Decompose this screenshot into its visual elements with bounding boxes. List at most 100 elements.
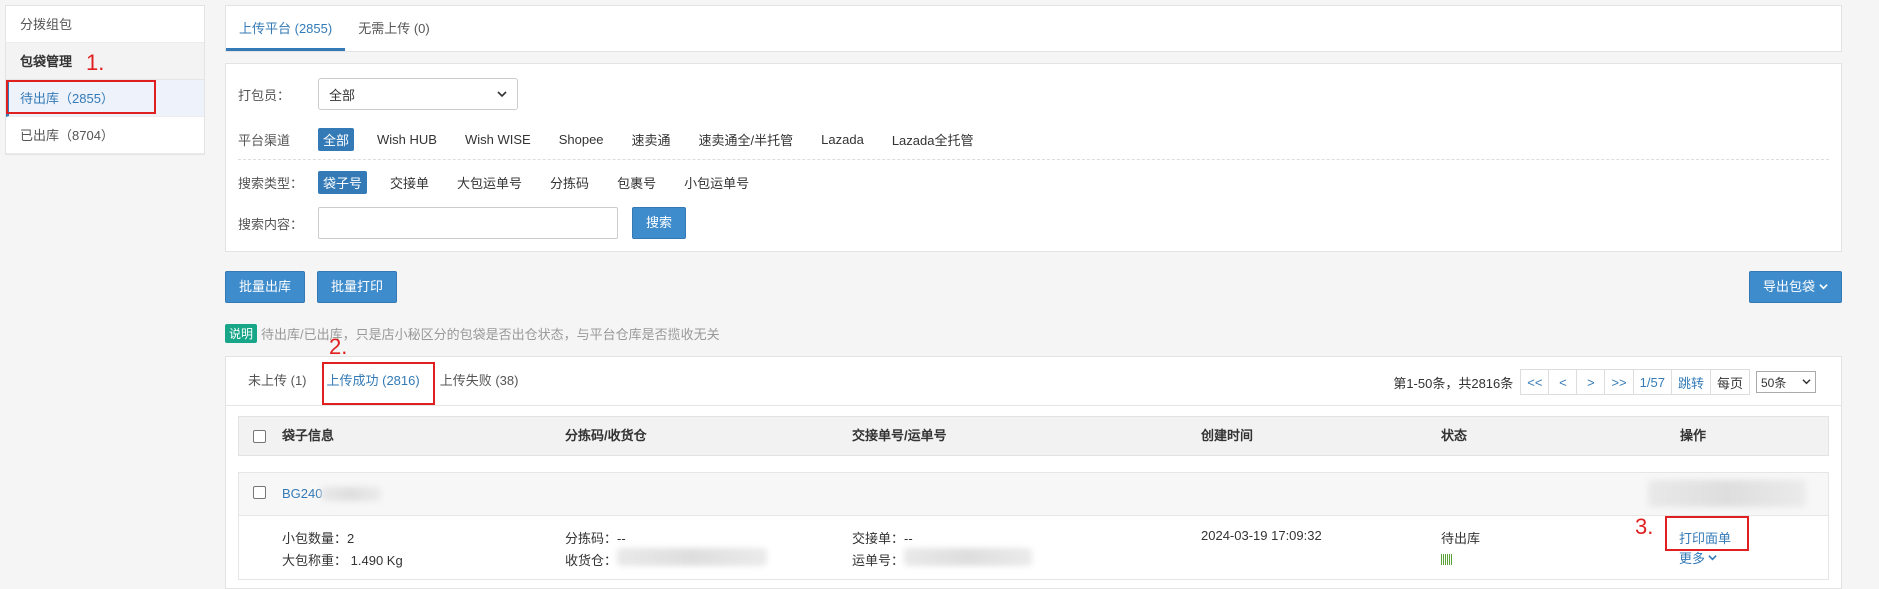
created-time: 2024-03-19 17:09:32 bbox=[1201, 528, 1322, 543]
channel-all[interactable]: 全部 bbox=[318, 128, 355, 151]
channel-aliexpress[interactable]: 速卖通 bbox=[627, 128, 676, 151]
col-operations: 操作 bbox=[1680, 428, 1707, 443]
search-type-sort-code[interactable]: 分拣码 bbox=[545, 171, 594, 194]
page-prev-button[interactable]: < bbox=[1548, 369, 1578, 395]
channel-lazada[interactable]: Lazada bbox=[816, 130, 869, 149]
bag-id-link[interactable]: BG240 bbox=[282, 473, 322, 515]
waybill-no: 运单号： bbox=[852, 550, 904, 569]
search-content-row: 搜索内容： 搜索 bbox=[238, 207, 687, 239]
channel-aliexpress-managed[interactable]: 速卖通全/半托管 bbox=[694, 128, 799, 151]
page-first-button[interactable]: << bbox=[1520, 369, 1550, 395]
table-row-detail: 小包数量：2 大包称重： 1.490 Kg 分拣码：-- 收货仓： 交接单：--… bbox=[238, 516, 1829, 580]
redacted-waybill bbox=[904, 548, 1032, 566]
batch-outbound-button[interactable]: 批量出库 bbox=[225, 271, 306, 303]
batch-print-button[interactable]: 批量打印 bbox=[317, 271, 398, 303]
filter-panel: 打包员： 全部 平台渠道 全部 Wish HUB Wish WISE Shope… bbox=[225, 63, 1842, 252]
search-type-row: 搜索类型： 袋子号 交接单 大包运单号 分拣码 包裹号 小包运单号 bbox=[238, 171, 772, 194]
channel-lazada-managed[interactable]: Lazada全托管 bbox=[887, 128, 979, 151]
col-created-time: 创建时间 bbox=[1201, 428, 1254, 443]
chevron-down-icon bbox=[497, 87, 507, 102]
tab-no-upload[interactable]: 无需上传 (0) bbox=[345, 6, 443, 51]
channel-label: 平台渠道 bbox=[238, 133, 291, 148]
search-input[interactable] bbox=[318, 207, 618, 239]
bag-weight-value: 1.490 Kg bbox=[350, 553, 403, 568]
annotation-step1: 1. bbox=[86, 50, 105, 75]
select-all-checkbox[interactable] bbox=[253, 430, 266, 446]
handover-no: 交接单：-- bbox=[852, 528, 913, 547]
result-divider bbox=[226, 405, 1841, 406]
more-link-label: 更多 bbox=[1679, 551, 1706, 566]
search-type-small-waybill[interactable]: 小包运单号 bbox=[679, 171, 754, 194]
filter-divider bbox=[238, 159, 1829, 160]
search-type-bag-no[interactable]: 袋子号 bbox=[318, 171, 368, 194]
export-bags-button[interactable]: 导出包袋 bbox=[1748, 271, 1842, 303]
sidebar: 分拨组包 包袋管理 待出库（2855） 已出库（8704） bbox=[5, 5, 205, 155]
barcode-icon bbox=[1441, 554, 1452, 565]
page-indicator[interactable]: 1/57 bbox=[1632, 369, 1672, 395]
checkbox-box bbox=[253, 486, 266, 499]
sort-code: 分拣码：-- bbox=[565, 528, 626, 547]
search-type-label: 搜索类型： bbox=[238, 176, 304, 191]
redacted-bag-id bbox=[321, 487, 381, 501]
more-dropdown[interactable]: 更多 bbox=[1679, 548, 1717, 567]
page-next-button[interactable]: > bbox=[1576, 369, 1606, 395]
checkbox-box bbox=[253, 430, 266, 443]
handover-value: -- bbox=[904, 531, 913, 546]
bag-weight-label: 大包称重： bbox=[282, 553, 348, 568]
tab-upload-platform[interactable]: 上传平台 (2855) bbox=[226, 6, 346, 51]
note-badge: 说明 bbox=[225, 324, 258, 343]
row-checkbox[interactable] bbox=[253, 486, 266, 502]
warehouse-label: 收货仓： bbox=[565, 553, 618, 568]
tab-upload-success[interactable]: 上传成功 (2816) bbox=[317, 357, 430, 405]
chevron-down-icon bbox=[1802, 375, 1811, 389]
small-count-value: 2 bbox=[347, 531, 355, 546]
redacted-field bbox=[1648, 480, 1806, 507]
search-type-big-waybill[interactable]: 大包运单号 bbox=[452, 171, 527, 194]
sort-code-label: 分拣码： bbox=[565, 531, 618, 546]
search-button[interactable]: 搜索 bbox=[632, 207, 687, 239]
col-bag-info: 袋子信息 bbox=[282, 428, 335, 443]
search-content-label: 搜索内容： bbox=[238, 216, 304, 232]
packer-select[interactable]: 全部 bbox=[318, 78, 518, 110]
col-handover-waybill: 交接单号/运单号 bbox=[852, 428, 947, 443]
status-bar-icon bbox=[1441, 553, 1452, 568]
annotation-step2: 2. bbox=[329, 334, 348, 359]
packer-row: 打包员： 全部 bbox=[238, 78, 518, 110]
annotation-step3: 3. bbox=[1635, 514, 1654, 539]
print-label-link[interactable]: 打印面单 bbox=[1679, 528, 1731, 547]
result-panel: 未上传 (1) 上传成功 (2816) 上传失败 (38) 第1-50条，共28… bbox=[225, 356, 1842, 589]
col-status: 状态 bbox=[1441, 428, 1468, 443]
sidebar-item-shipped[interactable]: 已出库（8704） bbox=[6, 117, 204, 154]
channel-shopee[interactable]: Shopee bbox=[554, 130, 609, 149]
waybill-label: 运单号： bbox=[852, 553, 905, 568]
sort-code-value: -- bbox=[617, 531, 626, 546]
packer-select-value: 全部 bbox=[329, 87, 356, 103]
bag-weight: 大包称重： 1.490 Kg bbox=[282, 550, 403, 569]
page-last-button[interactable]: >> bbox=[1604, 369, 1634, 395]
per-page-select[interactable]: 50条 bbox=[1756, 371, 1816, 393]
small-count-label: 小包数量： bbox=[282, 531, 348, 546]
sidebar-item-pending-outbound[interactable]: 待出库（2855） bbox=[6, 80, 204, 117]
pagination: 第1-50条，共2816条 << < > >> 1/57 跳转 每页 50条 bbox=[1393, 369, 1816, 395]
table-row: BG240 bbox=[238, 472, 1829, 516]
channel-wish-wise[interactable]: Wish WISE bbox=[460, 130, 536, 149]
per-page-value: 50条 bbox=[1761, 375, 1787, 390]
chevron-down-icon bbox=[1708, 550, 1717, 565]
search-type-package-no[interactable]: 包裹号 bbox=[612, 171, 661, 194]
status-text: 待出库 bbox=[1441, 531, 1481, 546]
small-count: 小包数量：2 bbox=[282, 528, 354, 547]
channel-wish-hub[interactable]: Wish HUB bbox=[372, 130, 442, 149]
export-bags-label: 导出包袋 bbox=[1762, 279, 1815, 294]
sidebar-item-dispatch-packing[interactable]: 分拨组包 bbox=[6, 6, 204, 43]
tab-upload-failed[interactable]: 上传失败 (38) bbox=[430, 357, 529, 405]
pagination-info: 第1-50条，共2816条 bbox=[1393, 375, 1514, 391]
col-sort-warehouse: 分拣码/收货仓 bbox=[565, 428, 647, 443]
redacted-warehouse bbox=[617, 548, 767, 566]
sidebar-group-bag-management: 包袋管理 bbox=[6, 43, 204, 80]
channel-row: 平台渠道 全部 Wish HUB Wish WISE Shopee 速卖通 速卖… bbox=[238, 128, 996, 151]
search-type-handover[interactable]: 交接单 bbox=[385, 171, 434, 194]
packer-label: 打包员： bbox=[238, 87, 291, 103]
tab-not-uploaded[interactable]: 未上传 (1) bbox=[238, 357, 317, 405]
table-header: 袋子信息 分拣码/收货仓 交接单号/运单号 创建时间 状态 操作 bbox=[238, 416, 1829, 456]
page-jump-button[interactable]: 跳转 bbox=[1670, 369, 1711, 395]
